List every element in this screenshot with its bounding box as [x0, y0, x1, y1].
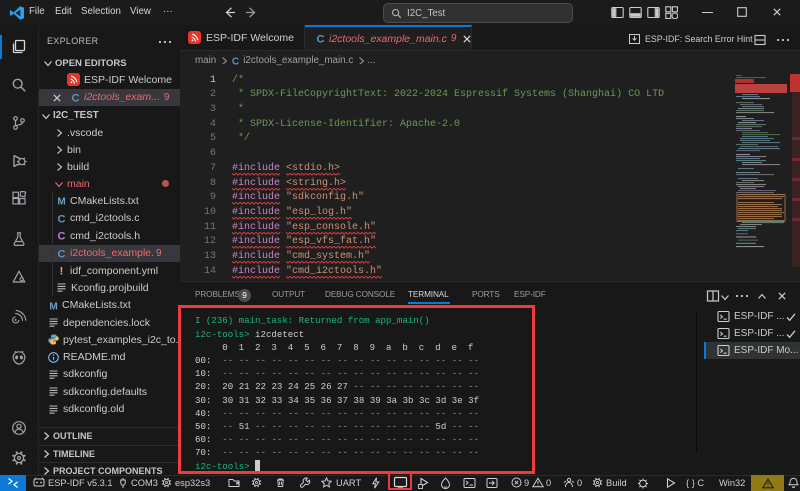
svg-text:C: C	[58, 231, 66, 243]
svg-text:!: !	[60, 266, 64, 278]
svg-text:C: C	[317, 34, 325, 46]
svg-text:C: C	[58, 213, 66, 225]
svg-text:C: C	[72, 92, 80, 104]
svg-text:C: C	[58, 248, 66, 260]
svg-text:M: M	[49, 301, 57, 312]
svg-text:M: M	[57, 197, 65, 208]
svg-text:C: C	[232, 56, 239, 67]
